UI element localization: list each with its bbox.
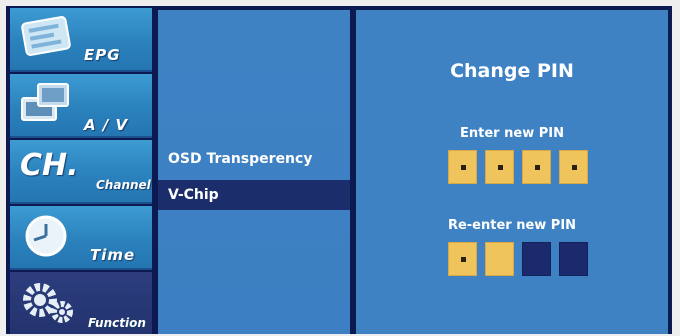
pin-mask-dot: [572, 165, 577, 170]
pin-digit-box-filled: [448, 150, 477, 184]
category-sidebar: EPG A / V CH. Channel Time Function: [6, 6, 156, 334]
channel-icon: CH.: [20, 148, 79, 183]
sidebar-item-channel[interactable]: CH. Channel: [10, 140, 152, 204]
reenter-pin-field[interactable]: [448, 242, 588, 276]
tv-menu-screen: EPG A / V CH. Channel Time Function OSD …: [6, 6, 672, 334]
pin-digit-box-filled: [448, 242, 477, 276]
pin-digit-box-filled: [522, 150, 551, 184]
page-title: Change PIN: [450, 60, 574, 82]
pin-digit-box-empty: [559, 242, 588, 276]
sidebar-item-label: Time: [90, 246, 136, 264]
menu-item-osd-transparency[interactable]: OSD Transperency: [158, 144, 350, 174]
pin-mask-dot: [461, 165, 466, 170]
epg-guide-icon: [21, 16, 71, 56]
sidebar-item-function[interactable]: Function: [10, 272, 152, 334]
sidebar-item-time[interactable]: Time: [10, 206, 152, 270]
pin-mask-dot: [535, 165, 540, 170]
sidebar-item-label: EPG: [84, 46, 121, 64]
pin-mask-dot: [461, 257, 466, 262]
clock-icon: [25, 215, 67, 257]
sidebar-item-label: Channel: [96, 178, 151, 192]
sidebar-item-av[interactable]: A / V: [10, 74, 152, 138]
sidebar-item-epg[interactable]: EPG: [10, 8, 152, 72]
change-pin-panel: Change PIN Enter new PIN Re-enter new PI…: [356, 10, 668, 334]
pin-digit-box-cursor: [485, 242, 514, 276]
gears-icon: [23, 283, 73, 323]
pin-digit-box-filled: [559, 150, 588, 184]
sidebar-item-label: Function: [88, 316, 146, 330]
av-monitor-icon: [21, 83, 69, 121]
enter-pin-field[interactable]: [448, 150, 588, 184]
reenter-pin-label: Re-enter new PIN: [447, 218, 577, 233]
pin-digit-box-filled: [485, 150, 514, 184]
function-menu: OSD Transperency V-Chip: [158, 10, 350, 334]
menu-item-v-chip[interactable]: V-Chip: [158, 180, 350, 210]
pin-digit-box-empty: [522, 242, 551, 276]
enter-pin-label: Enter new PIN: [460, 126, 564, 141]
pin-mask-dot: [498, 165, 503, 170]
sidebar-item-label: A / V: [84, 116, 129, 134]
